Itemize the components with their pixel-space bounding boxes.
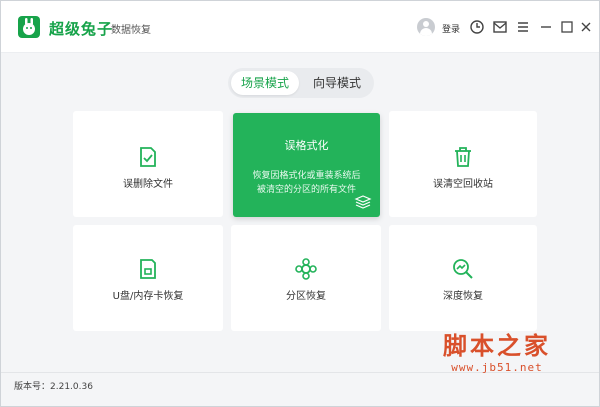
mode-tabs: 场景模式 向导模式 bbox=[228, 68, 374, 98]
watermark-url: www.jb51.net bbox=[451, 361, 543, 374]
tab-scene-mode[interactable]: 场景模式 bbox=[231, 71, 299, 95]
card-label: 误删除文件 bbox=[123, 179, 173, 190]
card-usb-sd-recovery[interactable]: U盘/内存卡恢复 bbox=[73, 225, 223, 331]
tab-wizard-mode[interactable]: 向导模式 bbox=[303, 71, 371, 95]
version-label: 版本号：2.21.0.36 bbox=[14, 382, 93, 392]
card-format-recovery[interactable]: 误格式化 恢复因格式化或重装系统后 被清空的分区的所有文件 bbox=[233, 113, 380, 217]
card-partition-recovery[interactable]: 分区恢复 bbox=[231, 225, 381, 331]
partition-icon bbox=[294, 257, 318, 281]
close-icon[interactable] bbox=[577, 18, 595, 36]
title-bar: 超级兔子 数据恢复 登录 bbox=[1, 1, 599, 53]
card-deleted-files[interactable]: 误删除文件 bbox=[73, 111, 223, 217]
app-title: 超级兔子 bbox=[49, 20, 114, 38]
watermark: 脚本之家 www.jb51.net bbox=[443, 326, 551, 374]
card-description: 恢复因格式化或重装系统后 被清空的分区的所有文件 bbox=[233, 169, 380, 197]
card-label: 分区恢复 bbox=[286, 291, 326, 302]
card-title: 误格式化 bbox=[284, 139, 329, 152]
card-label: 误清空回收站 bbox=[433, 179, 493, 190]
deep-scan-icon bbox=[451, 257, 475, 281]
app-window: 超级兔子 数据恢复 登录 场景模式 向导模式 误删除文件 误格式化 恢复因格式化… bbox=[0, 0, 600, 407]
card-desc-line1: 恢复因格式化或重装系统后 bbox=[252, 171, 361, 181]
refresh-settings-icon[interactable] bbox=[468, 18, 486, 36]
card-deep-recovery[interactable]: 深度恢复 bbox=[389, 225, 537, 331]
avatar-icon[interactable] bbox=[417, 18, 435, 36]
delete-file-icon bbox=[136, 145, 160, 169]
minimize-icon[interactable] bbox=[537, 18, 555, 36]
app-subtitle: 数据恢复 bbox=[111, 25, 151, 36]
card-label: U盘/内存卡恢复 bbox=[112, 291, 184, 302]
recycle-bin-icon bbox=[451, 145, 475, 169]
menu-icon[interactable] bbox=[514, 18, 532, 36]
watermark-text: 脚本之家 bbox=[443, 331, 551, 360]
layers-icon bbox=[354, 195, 372, 209]
login-link[interactable]: 登录 bbox=[442, 22, 460, 35]
card-label: 深度恢复 bbox=[443, 291, 483, 302]
message-icon[interactable] bbox=[491, 18, 509, 36]
maximize-icon[interactable] bbox=[558, 18, 576, 36]
sd-card-icon bbox=[136, 257, 160, 281]
app-logo-icon bbox=[18, 16, 40, 38]
card-recycle-bin[interactable]: 误清空回收站 bbox=[389, 111, 537, 217]
